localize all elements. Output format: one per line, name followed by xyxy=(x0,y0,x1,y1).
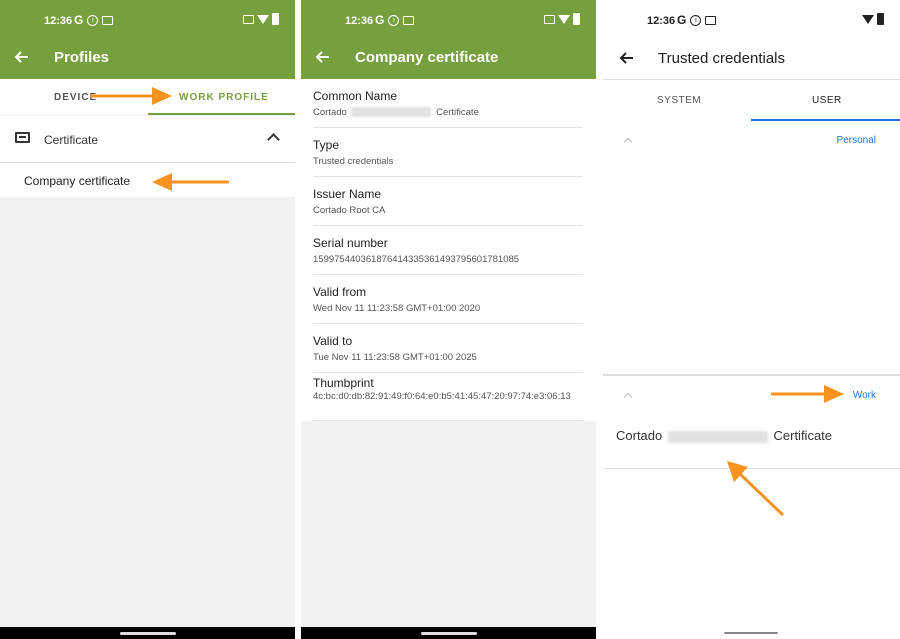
home-gesture-pill[interactable] xyxy=(420,632,477,635)
divider xyxy=(603,468,900,469)
active-tab-indicator xyxy=(751,119,900,121)
google-icon: G xyxy=(375,13,385,27)
redacted-text xyxy=(351,107,432,118)
app-bar: Trusted credentials xyxy=(603,37,900,80)
work-briefcase-icon xyxy=(243,14,254,24)
certificate-section-label: Certificate xyxy=(44,133,99,147)
field-type: Type Trusted credentials xyxy=(313,138,583,177)
status-time: 12:36 xyxy=(647,15,676,27)
certificate-section-header[interactable]: Certificate xyxy=(0,116,295,163)
app-bar: Profiles xyxy=(0,37,295,79)
profile-tabs: DEVICE WORK PROFILE xyxy=(0,79,295,115)
tab-work-profile[interactable]: WORK PROFILE xyxy=(179,92,269,103)
page-title: Company certificate xyxy=(355,49,499,66)
wifi-icon xyxy=(558,14,570,24)
status-bar: 12:36 G i xyxy=(603,0,900,37)
field-label: Common Name xyxy=(313,89,398,103)
sim-icon xyxy=(403,15,415,25)
tab-system[interactable]: SYSTEM xyxy=(657,95,701,106)
field-issuer-name: Issuer Name Cortado Root CA xyxy=(313,187,583,226)
profiles-screen: 12:36 G i Profiles DEVICE WORK PROFILE C… xyxy=(0,0,295,639)
redacted-text xyxy=(667,430,768,443)
wifi-icon xyxy=(862,14,874,24)
credential-item[interactable]: Cortado Certificate xyxy=(616,428,832,443)
credential-tabs: SYSTEM USER xyxy=(603,80,900,122)
wifi-icon xyxy=(257,14,269,24)
google-icon: G xyxy=(677,13,687,27)
tab-user[interactable]: USER xyxy=(812,95,842,106)
field-value: 4c:bc:d0:db:82:91:49:f0:64:e0:b5:41:45:4… xyxy=(313,391,571,402)
chevron-up-icon[interactable] xyxy=(623,137,633,147)
info-icon: i xyxy=(87,14,99,26)
active-tab-indicator xyxy=(148,113,295,115)
field-serial-number: Serial number 15997544036187641433536149… xyxy=(313,236,583,275)
field-label: Thumbprint xyxy=(313,376,374,390)
field-label: Serial number xyxy=(313,236,388,250)
page-title: Trusted credentials xyxy=(658,50,786,67)
chevron-up-icon[interactable] xyxy=(623,392,633,402)
field-value: Trusted credentials xyxy=(313,156,394,167)
field-common-name: Common Name Cortado Certificate xyxy=(313,89,583,128)
company-certificate-label: Company certificate xyxy=(24,174,131,188)
work-briefcase-icon xyxy=(544,14,555,24)
divider xyxy=(603,374,900,376)
list-item-company-certificate[interactable]: Company certificate xyxy=(0,163,295,197)
chevron-up-icon[interactable] xyxy=(267,133,280,146)
home-gesture-pill[interactable] xyxy=(119,632,176,635)
field-thumbprint: Thumbprint 4c:bc:d0:db:82:91:49:f0:64:e0… xyxy=(313,376,583,421)
work-profile-label[interactable]: Work xyxy=(853,390,876,401)
status-time: 12:36 xyxy=(44,15,73,27)
field-valid-to: Valid to Tue Nov 11 11:23:58 GMT+01:00 2… xyxy=(313,334,583,373)
field-value: Cortado xyxy=(313,107,347,118)
back-arrow-icon[interactable] xyxy=(313,47,333,67)
certificate-icon xyxy=(15,132,30,143)
status-bar: 12:36 G i xyxy=(0,0,295,37)
field-label: Valid to xyxy=(313,334,353,348)
tab-device[interactable]: DEVICE xyxy=(54,92,97,103)
app-bar: Company certificate xyxy=(301,37,596,79)
personal-profile-label[interactable]: Personal xyxy=(837,135,876,146)
back-arrow-icon[interactable] xyxy=(617,48,637,68)
credential-name: Cortado xyxy=(616,428,663,443)
status-time: 12:36 xyxy=(345,15,374,27)
info-icon: i xyxy=(690,14,702,26)
certificate-details-screen: 12:36 G i Company certificate Common Nam… xyxy=(301,0,596,639)
field-label: Issuer Name xyxy=(313,187,382,201)
battery-icon xyxy=(573,13,580,25)
system-nav-bar xyxy=(301,627,596,639)
info-icon: i xyxy=(388,14,400,26)
field-value: Wed Nov 11 11:23:58 GMT+01:00 2020 xyxy=(313,303,481,314)
back-arrow-icon[interactable] xyxy=(12,47,32,67)
field-valid-from: Valid from Wed Nov 11 11:23:58 GMT+01:00… xyxy=(313,285,583,324)
google-icon: G xyxy=(74,13,84,27)
certificate-details-list: Common Name Cortado Certificate Type Tru… xyxy=(301,79,596,421)
field-value: 159975440361876414335361493795601781085 xyxy=(313,254,520,265)
field-label: Type xyxy=(313,138,340,152)
battery-icon xyxy=(877,13,884,25)
sim-icon xyxy=(102,15,114,25)
home-gesture-pill[interactable] xyxy=(724,632,778,634)
sim-icon xyxy=(705,15,717,25)
trusted-credentials-screen: 12:36 G i Trusted credentials SYSTEM USE… xyxy=(603,0,900,639)
field-value: Cortado Root CA xyxy=(313,205,386,216)
field-value: Tue Nov 11 11:23:58 GMT+01:00 2025 xyxy=(313,352,477,363)
page-title: Profiles xyxy=(54,49,110,66)
field-value: Certificate xyxy=(436,107,479,118)
status-bar: 12:36 G i xyxy=(301,0,596,37)
system-nav-bar xyxy=(0,627,295,639)
battery-icon xyxy=(272,13,279,25)
field-label: Valid from xyxy=(313,285,367,299)
credential-name: Certificate xyxy=(773,428,833,443)
